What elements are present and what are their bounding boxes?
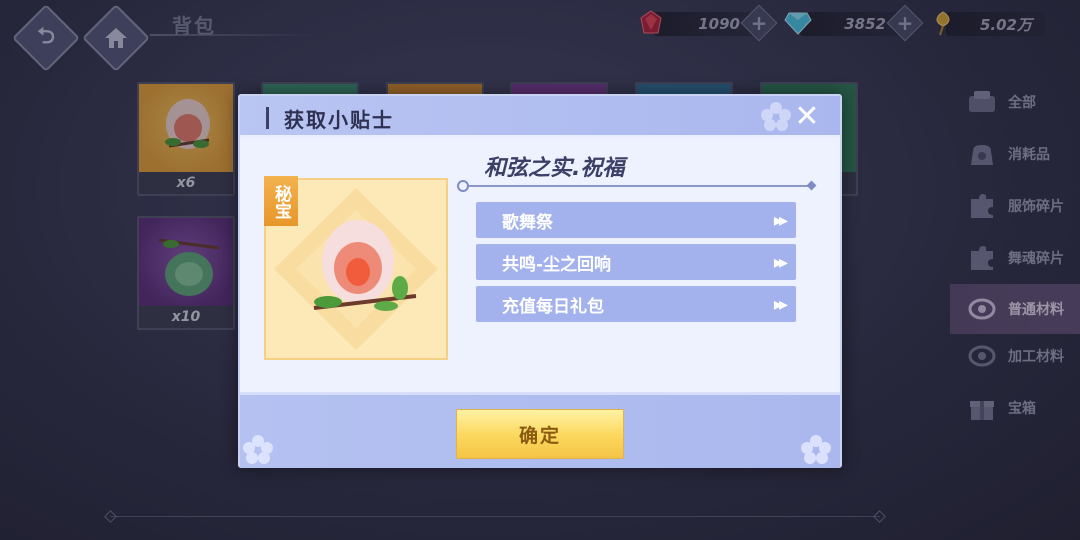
item-name: 和弦之实.祝福 [484,156,625,181]
source-label: 共鸣-尘之回响 [502,254,612,275]
sakura-decoration-icon [243,435,273,464]
acquire-tips-dialog: 获取小贴士 ✕ 秘宝 和弦之实.祝福 歌舞祭 ▸▸ 共鸣-尘之回响 ▸▸ 充值每… [238,94,842,468]
double-chevron-right-icon: ▸▸ [773,251,788,273]
rarity-tag: 秘宝 [264,176,298,226]
double-chevron-right-icon: ▸▸ [773,293,788,315]
source-button-song-dance-festival[interactable]: 歌舞祭 ▸▸ [476,202,796,238]
close-icon: ✕ [794,99,820,134]
name-underline-cap [806,180,817,191]
sakura-decoration-icon [801,435,831,464]
dialog-title: 获取小贴士 [284,108,394,132]
source-button-daily-recharge-pack[interactable]: 充值每日礼包 ▸▸ [476,286,796,322]
sakura-decoration-icon [761,102,791,131]
confirm-button[interactable]: 确定 [456,409,624,459]
close-button[interactable]: ✕ [792,102,822,132]
dialog-footer: 确定 [240,392,840,468]
header-accent-bar [266,107,269,129]
source-button-resonance-dust-echo[interactable]: 共鸣-尘之回响 ▸▸ [476,244,796,280]
name-underline-cap [457,180,469,192]
name-underline [462,185,812,187]
double-chevron-right-icon: ▸▸ [773,209,788,231]
dialog-header: 获取小贴士 ✕ [240,96,840,138]
source-label: 充值每日礼包 [502,296,604,317]
source-label: 歌舞祭 [502,212,553,233]
